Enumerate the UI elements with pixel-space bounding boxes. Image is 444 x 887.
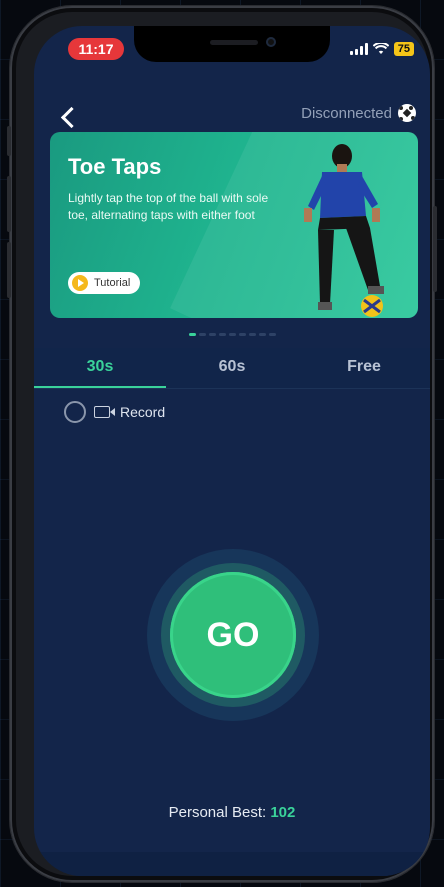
speaker (210, 40, 258, 45)
player-illustration (304, 144, 384, 317)
tutorial-button[interactable]: Tutorial (68, 272, 141, 294)
record-label: Record (120, 404, 166, 420)
camera (266, 37, 276, 47)
tab-30s[interactable]: 30s (34, 348, 166, 388)
record-radio[interactable] (64, 401, 86, 423)
connection-status-text: Disconnected (301, 104, 392, 122)
tabs-divider (34, 388, 430, 389)
go-button-ring: GO (161, 563, 305, 707)
personal-best-value: 102 (270, 804, 296, 821)
mute-switch (7, 126, 11, 156)
app-screen: 11:17 75 Disconnected Toe Taps Lightly t… (34, 26, 430, 876)
record-toggle[interactable]: Record (64, 401, 165, 423)
volume-up-button (7, 176, 11, 232)
banner-page-indicator (34, 333, 430, 336)
personal-best: Personal Best: 102 (34, 804, 430, 821)
drill-title: Toe Taps (68, 154, 162, 179)
notch (134, 26, 330, 62)
personal-best-label: Personal Best: (168, 804, 267, 821)
tab-60s[interactable]: 60s (166, 348, 298, 388)
power-button (433, 206, 437, 292)
bottom-bar (34, 852, 430, 876)
tutorial-label: Tutorial (94, 277, 131, 289)
signal-icon (349, 43, 368, 55)
play-icon (72, 275, 88, 291)
status-icons: 75 (349, 40, 414, 58)
duration-tabs: 30s 60s Free (34, 348, 430, 388)
wifi-icon (372, 43, 389, 54)
connection-status[interactable]: Disconnected (301, 104, 416, 122)
status-time: 11:17 (68, 38, 124, 60)
go-button[interactable]: GO (170, 572, 296, 698)
volume-down-button (7, 242, 11, 298)
go-button-halo: GO (147, 549, 319, 721)
battery-indicator: 75 (393, 42, 414, 56)
drill-description: Lightly tap the top of the ball with sol… (68, 191, 269, 222)
chevron-left-icon[interactable] (60, 106, 83, 129)
drill-banner[interactable]: Toe Taps Lightly tap the top of the ball… (50, 132, 418, 318)
phone-frame: 11:17 75 Disconnected Toe Taps Lightly t… (7, 6, 437, 882)
video-camera-icon (94, 406, 115, 418)
soccer-ball-icon (398, 104, 416, 122)
tab-free[interactable]: Free (298, 348, 430, 388)
